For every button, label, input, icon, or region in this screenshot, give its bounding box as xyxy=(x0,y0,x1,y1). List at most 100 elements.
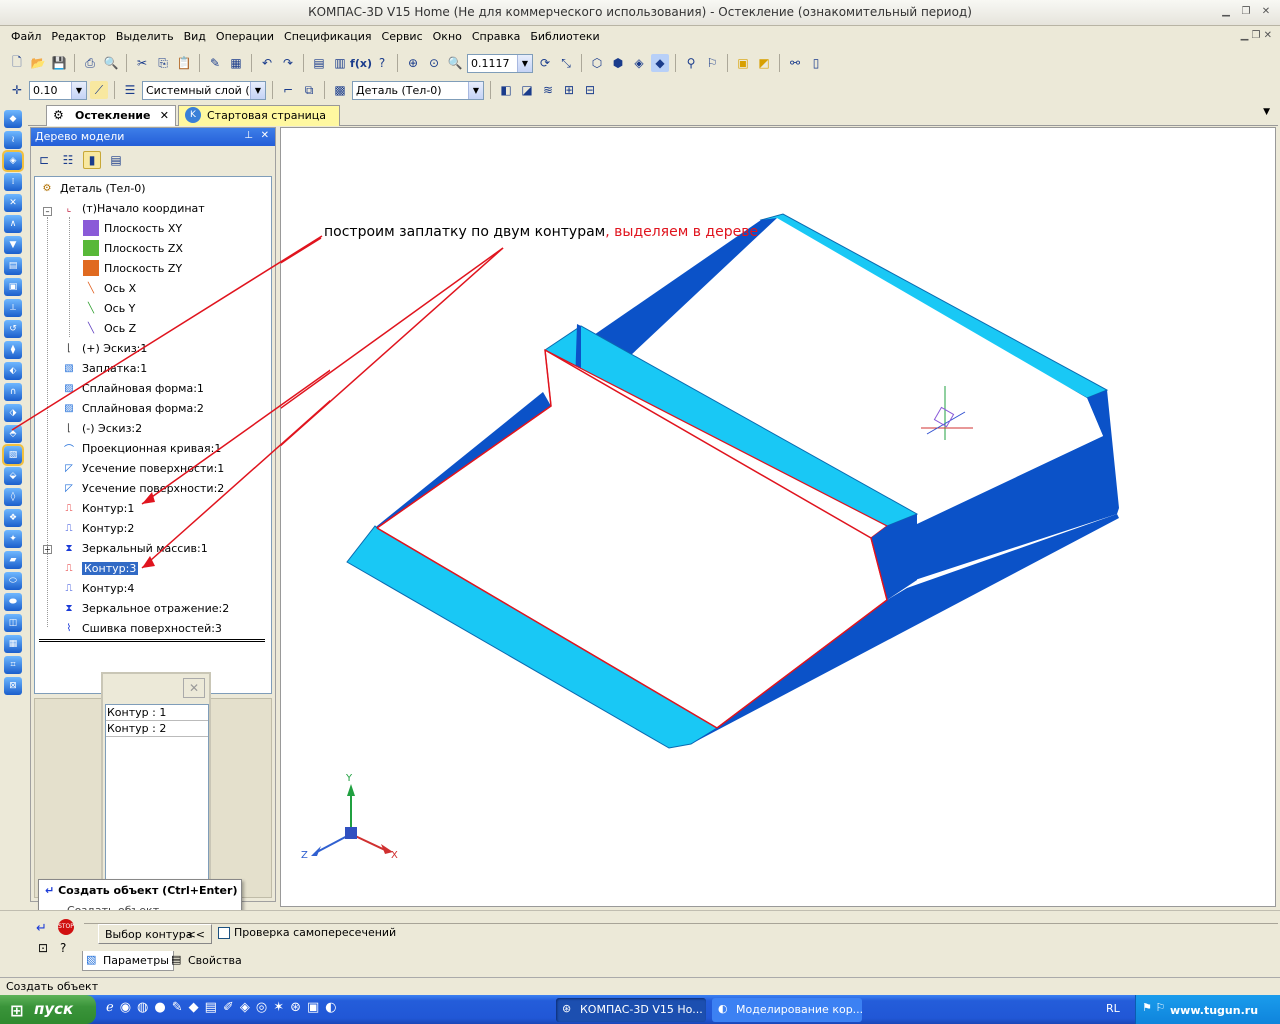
tree-node-trim-1[interactable]: ◸ Усечение поверхности:1 xyxy=(61,459,224,477)
menu-window[interactable]: Окно xyxy=(428,27,467,47)
properties-icon[interactable]: ✎ xyxy=(206,54,224,72)
tree-node-sketch-2[interactable]: ⌊ (-) Эскиз:2 xyxy=(61,419,142,437)
menu-item-create-object[interactable]: ↵ Создать объект (Ctrl+Enter) xyxy=(45,884,237,897)
tree-node-contour-2[interactable]: ⎍ Контур:2 xyxy=(61,519,135,537)
step-combo[interactable]: 0.10 ▼ xyxy=(29,80,87,100)
tree-node-mirror-2[interactable]: ⧗ Зеркальное отражение:2 xyxy=(61,599,229,617)
delete-icon[interactable]: ✕ xyxy=(183,678,205,698)
layer-combo[interactable]: Системный слой (0) ▼ xyxy=(142,80,266,100)
menu-file[interactable]: Файл xyxy=(6,27,46,47)
snap-icon[interactable]: ✛ xyxy=(8,81,26,99)
yellow-icon[interactable]: ◎ xyxy=(256,1000,267,1015)
tool-icon-7[interactable]: ▼ xyxy=(4,236,22,254)
pin-icon[interactable]: ⊥ xyxy=(244,130,253,141)
orient-icon[interactable]: ⤡ xyxy=(557,54,575,72)
menu-operations[interactable]: Операции xyxy=(211,27,279,47)
tool-icon-20[interactable]: ❖ xyxy=(4,509,22,527)
tool-icon-18[interactable]: ⬙ xyxy=(4,467,22,485)
tab-properties[interactable]: ▤ Свойства xyxy=(168,951,246,971)
help-icon[interactable]: ? xyxy=(60,941,66,955)
collapse-icon[interactable]: – xyxy=(43,207,52,216)
ortho-icon[interactable]: ⟋ xyxy=(90,81,108,99)
language-indicator[interactable]: RL xyxy=(1106,1002,1120,1015)
3d-viewport[interactable]: построим заплатку по двум контурам, выде… xyxy=(10,127,1276,907)
start-button[interactable]: ⊞ пуск xyxy=(0,995,96,1024)
tree-node-contour-1[interactable]: ⎍ Контур:1 xyxy=(61,499,135,517)
tabs-menu-icon[interactable]: ▼ xyxy=(1263,107,1270,117)
section-icon[interactable]: ◩ xyxy=(755,54,773,72)
task-browser[interactable]: ◐ Моделирование кор... xyxy=(712,998,862,1022)
redo-icon[interactable]: ↷ xyxy=(279,54,297,72)
menu-libraries[interactable]: Библиотеки xyxy=(525,27,604,47)
manager-icon[interactable]: ▤ xyxy=(310,54,328,72)
tree-node-detail[interactable]: ⚙ Деталь (Тел-0) xyxy=(39,179,146,197)
flame-icon[interactable]: ✶ xyxy=(273,1000,284,1015)
self-intersection-option[interactable]: Проверка самопересечений xyxy=(218,926,396,939)
tree-node-patch-1[interactable]: ▧ Заплатка:1 xyxy=(61,359,147,377)
layers-icon[interactable]: ☰ xyxy=(121,81,139,99)
tree-sort-icon[interactable]: ▮ xyxy=(83,151,101,169)
self-intersection-checkbox[interactable] xyxy=(218,926,230,939)
tree-structure-icon[interactable]: ⊏ xyxy=(35,151,53,169)
save-icon[interactable]: 💾 xyxy=(50,54,68,72)
chevron-down-icon[interactable]: ▼ xyxy=(250,81,265,99)
menu-service[interactable]: Сервис xyxy=(377,27,428,47)
cut-icon[interactable]: ✂ xyxy=(133,54,151,72)
open-file-icon[interactable]: 📂 xyxy=(29,54,47,72)
wireframe-icon[interactable]: ⬡ xyxy=(588,54,606,72)
patch-tool-icon[interactable]: ▧ xyxy=(2,444,24,466)
report-icon[interactable]: ▯ xyxy=(807,54,825,72)
menu-edit[interactable]: Редактор xyxy=(46,27,111,47)
tool-icon-28[interactable]: ⊠ xyxy=(4,677,22,695)
tree-node-spline-1[interactable]: ▨ Сплайновая форма:1 xyxy=(61,379,204,397)
diamond-icon[interactable]: ◈ xyxy=(240,1000,250,1015)
zoom-icon[interactable]: 🔍 xyxy=(446,54,464,72)
tree-node-plane-zy[interactable]: Плоскость ZY xyxy=(83,259,182,277)
library-icon[interactable]: ▥ xyxy=(331,54,349,72)
chevron-down-icon[interactable]: ▼ xyxy=(517,54,532,72)
restore-icon[interactable]: ❐ xyxy=(1238,5,1254,19)
list-item[interactable]: Контур : 1 xyxy=(106,705,208,721)
preview-icon[interactable]: 🔍 xyxy=(102,54,120,72)
green-icon[interactable]: ◆ xyxy=(189,1000,199,1015)
tool-icon-15[interactable]: ⬗ xyxy=(4,404,22,422)
close-icon[interactable]: ✕ xyxy=(261,130,269,141)
filter-icon[interactable]: ⚲ xyxy=(682,54,700,72)
help-pointer-icon[interactable]: ? xyxy=(373,54,391,72)
tool-icon-1[interactable]: ◆ xyxy=(4,110,22,128)
zoom-window-icon[interactable]: ⊕ xyxy=(404,54,422,72)
close-tab-icon[interactable]: ✕ xyxy=(160,109,169,122)
tree-node-spline-2[interactable]: ▨ Сплайновая форма:2 xyxy=(61,399,204,417)
cube-yellow-icon[interactable]: ▣ xyxy=(734,54,752,72)
tool-icon-27[interactable]: ⌗ xyxy=(4,656,22,674)
layers-on-icon[interactable]: ≋ xyxy=(539,81,557,99)
tool-icon-2[interactable]: ≀ xyxy=(4,131,22,149)
tab-parameters[interactable]: ▧ Параметры xyxy=(82,951,174,971)
tool-icon-9[interactable]: ▣ xyxy=(4,278,22,296)
tool-icon-8[interactable]: ▤ xyxy=(4,257,22,275)
new-file-icon[interactable]: 🗋 xyxy=(8,54,26,72)
menu-view[interactable]: Вид xyxy=(179,27,211,47)
shaded-edges-icon[interactable]: ◆ xyxy=(651,54,669,72)
tool-icon-4[interactable]: ⁞ xyxy=(4,173,22,191)
tool-icon[interactable]: ✎ xyxy=(172,1000,183,1015)
undo-icon[interactable]: ↶ xyxy=(258,54,276,72)
tool-icon-3[interactable]: ◈ xyxy=(2,150,24,172)
tree-node-trim-2[interactable]: ◸ Усечение поверхности:2 xyxy=(61,479,224,497)
tree-node-contour-4[interactable]: ⎍ Контур:4 xyxy=(61,579,135,597)
tree-node-projection-curve[interactable]: ⌒ Проекционная кривая:1 xyxy=(61,439,221,457)
tree-node-plane-xy[interactable]: Плоскость XY xyxy=(83,219,182,237)
tool-icon-19[interactable]: ◊ xyxy=(4,488,22,506)
tool-icon-11[interactable]: ↺ xyxy=(4,320,22,338)
shaded-icon[interactable]: ◈ xyxy=(630,54,648,72)
tray-icons[interactable]: ⚑ ⚐ xyxy=(1142,1001,1165,1014)
copy-icon[interactable]: ⎘ xyxy=(154,54,172,72)
media-icon[interactable]: ◉ xyxy=(120,1000,131,1015)
tool-icon-5[interactable]: ✕ xyxy=(4,194,22,212)
sketch-icon[interactable]: ⌐ xyxy=(279,81,297,99)
tool-icon-26[interactable]: ▦ xyxy=(4,635,22,653)
tree-node-axis-z[interactable]: ╲ Ось Z xyxy=(83,319,136,337)
fx-icon[interactable]: f(x) xyxy=(350,54,372,72)
variables-icon[interactable]: ▦ xyxy=(227,54,245,72)
tree-node-axis-x[interactable]: ╲ Ось X xyxy=(83,279,136,297)
